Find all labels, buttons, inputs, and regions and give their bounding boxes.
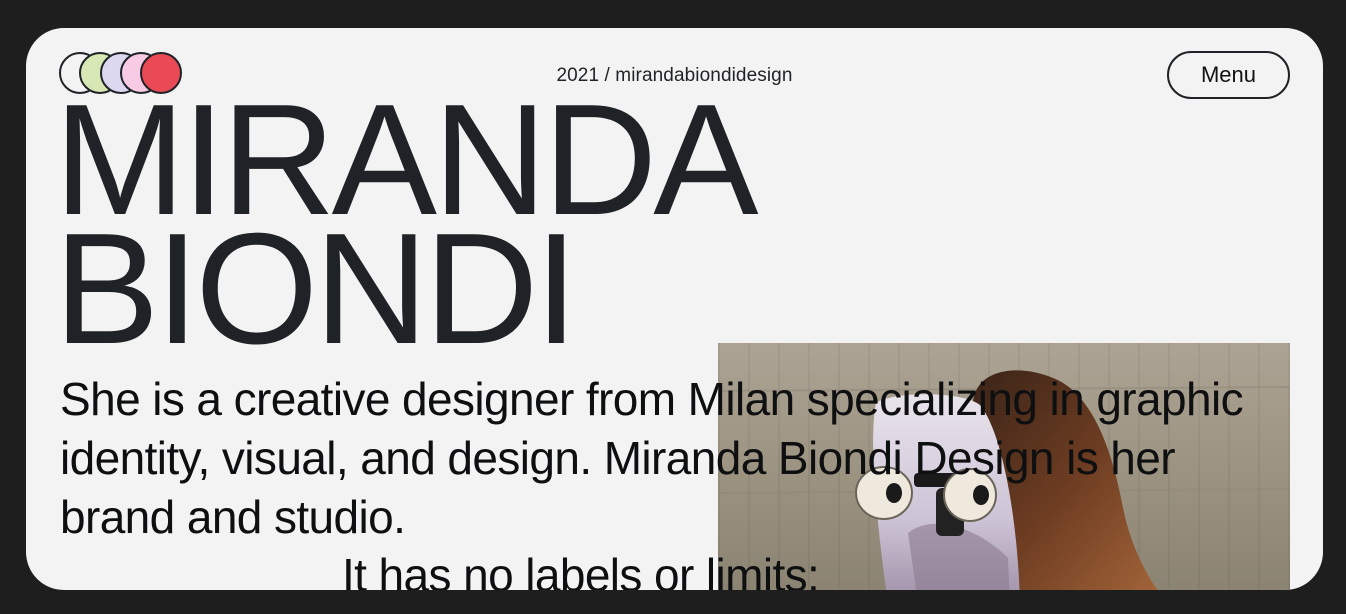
intro-text-2: It has no labels or limits: [342, 549, 820, 590]
hero-name: MIRANDA BIONDI [54, 81, 759, 368]
intro-text: She is a creative designer from Milan sp… [60, 373, 1244, 543]
page-card: 2021 / mirandabiondidesign Menu MIRANDA … [26, 28, 1323, 590]
menu-button[interactable]: Menu [1167, 51, 1290, 99]
